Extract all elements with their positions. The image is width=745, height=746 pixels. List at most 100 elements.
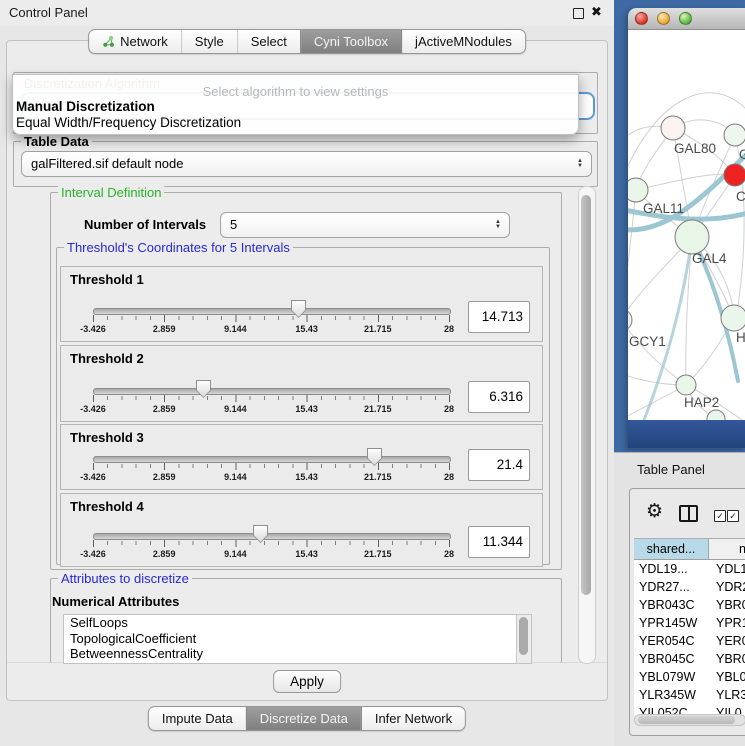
panel-scrollbar[interactable] [578,186,596,664]
network-node-gcy1[interactable] [628,309,632,331]
cell-shared-name[interactable]: YER054C [634,632,708,650]
algorithm-option-equal-width-frequency-discretization[interactable]: Equal Width/Frequency Discretization [13,115,578,131]
tab-network[interactable]: Network [89,30,181,53]
table-row[interactable]: YPR145WYPR1 [634,614,745,632]
gear-icon[interactable]: ⚙ [646,502,663,521]
tab-discretize-data[interactable]: Discretize Data [246,707,361,730]
network-node-gal4[interactable] [675,220,709,254]
threshold-slider-thumb[interactable] [253,525,268,543]
node-label: HAP2 [684,395,719,410]
columns-icon[interactable] [679,505,698,522]
table-row[interactable]: YDL19...YDL1 [634,560,745,578]
network-icon [102,35,115,48]
slider-major-ticks [93,540,451,547]
cell-shared-name[interactable]: YDR27... [634,578,708,596]
table-row[interactable]: YDR27...YDR2 [634,578,745,596]
network-window[interactable]: GAL80GACGAL11GAL4GCY1HHAP2 [628,8,745,448]
threshold-slider-track[interactable] [93,388,451,395]
threshold-slider-track[interactable] [93,533,451,540]
network-node-gal11[interactable] [628,178,648,202]
attribute-item-selfloops[interactable]: SelfLoops [64,615,531,631]
threshold-slider-thumb[interactable] [367,448,382,466]
threshold-slider-thumb[interactable] [291,300,306,318]
slider-major-ticks [93,315,451,322]
panel-scrollbar-thumb[interactable] [581,195,591,595]
minimize-traffic-light-icon[interactable] [657,12,670,25]
network-node[interactable] [707,410,725,420]
table-header-row: shared... n [634,539,745,560]
tab-infer-network[interactable]: Infer Network [361,707,465,730]
table-hscrollbar-thumb[interactable] [638,716,735,724]
checkbox-checked-icon[interactable]: ✓ [727,510,739,522]
network-node-hap2[interactable] [676,375,696,395]
cell-shared-name[interactable]: YDL19... [634,560,708,578]
tab-style[interactable]: Style [181,30,237,53]
cell-shared-name[interactable]: YBL079W [634,668,708,686]
number-of-intervals-combo[interactable]: 5 ▲▼ [220,212,510,238]
table-data-combo-value: galFiltered.sif default node [31,152,183,175]
table-row[interactable]: YBR045CYBR0 [634,650,745,668]
cell-name[interactable]: YBR0 [708,596,745,614]
zoom-traffic-light-icon[interactable] [679,12,692,25]
tab-impute-data[interactable]: Impute Data [149,707,246,730]
tab-select[interactable]: Select [237,30,300,53]
table-hscrollbar[interactable] [634,714,745,726]
tab-cyni-toolbox[interactable]: Cyni Toolbox [300,30,401,53]
network-node-h[interactable] [721,305,745,331]
cell-name[interactable]: YBL0 [708,668,745,686]
attributes-list-scrollbar[interactable] [516,615,531,663]
cell-name[interactable]: YDL1 [708,560,745,578]
column-header-name[interactable]: n [709,539,745,559]
float-window-icon[interactable] [573,8,584,19]
attributes-list-scrollbar-thumb[interactable] [519,617,528,655]
tab-label: Style [195,30,224,53]
attributes-list[interactable]: SelfLoopsTopologicalCoefficientBetweenne… [63,614,532,664]
close-traffic-light-icon[interactable] [635,12,648,25]
network-node-ga[interactable] [724,124,745,146]
control-panel-titlebar: Control Panel ✖ [0,0,614,26]
threshold-slider-thumb[interactable] [196,380,211,398]
table-data-combo[interactable]: galFiltered.sif default node ▲▼ [21,151,592,177]
numerical-attributes-label: Numerical Attributes [52,594,179,609]
tick-label: -3.426 [80,324,106,334]
cell-name[interactable]: YBR0 [708,650,745,668]
tab-jactivemnodules[interactable]: jActiveMNodules [401,30,525,53]
node-label: GCY1 [629,334,666,349]
table-row[interactable]: YER054CYER0 [634,632,745,650]
threshold-slider-track[interactable] [93,456,451,463]
table-data-group-title: Table Data [21,134,92,149]
threshold-value-field[interactable]: 14.713 [468,301,530,333]
cell-shared-name[interactable]: YBR045C [634,650,708,668]
attributes-group-title: Attributes to discretize [58,571,192,586]
cell-name[interactable]: YDR2 [708,578,745,596]
network-canvas[interactable]: GAL80GACGAL11GAL4GCY1HHAP2 [628,29,745,420]
cell-shared-name[interactable]: YBR043C [634,596,708,614]
threshold-slider-track[interactable] [93,308,451,315]
network-node-gal80[interactable] [661,116,685,140]
close-icon[interactable]: ✖ [591,4,602,20]
slider-tick-labels: -3.4262.8599.14415.4321.71528 [93,549,449,560]
table-row[interactable]: YBR043CYBR0 [634,596,745,614]
network-window-titlebar[interactable] [628,8,745,30]
threshold-value-field[interactable]: 6.316 [468,381,530,413]
checkbox-checked-icon[interactable]: ✓ [714,510,726,522]
threshold-value-field[interactable]: 11.344 [468,526,530,558]
apply-button[interactable]: Apply [273,670,341,693]
threshold-value-field[interactable]: 21.4 [468,449,530,481]
cell-name[interactable]: YPR1 [708,614,745,632]
tick-label: 15.43 [295,472,318,482]
attribute-item-topologicalcoefficient[interactable]: TopologicalCoefficient [64,631,531,647]
tick-label: 2.859 [153,549,176,559]
tick-label: -3.426 [80,404,106,414]
cell-name[interactable]: YLR3 [708,686,745,704]
attribute-item-betweennesscentrality[interactable]: BetweennessCentrality [64,646,531,662]
tick-label: 21.715 [364,324,392,334]
cell-shared-name[interactable]: YPR145W [634,614,708,632]
algorithm-option-manual-discretization[interactable]: Manual Discretization [13,99,578,115]
table-row[interactable]: YBL079WYBL0 [634,668,745,686]
cell-shared-name[interactable]: YLR345W [634,686,708,704]
table-row[interactable]: YLR345WYLR3 [634,686,745,704]
column-header-shared-name[interactable]: shared... [634,539,709,559]
network-node-c[interactable] [724,164,745,186]
cell-name[interactable]: YER0 [708,632,745,650]
